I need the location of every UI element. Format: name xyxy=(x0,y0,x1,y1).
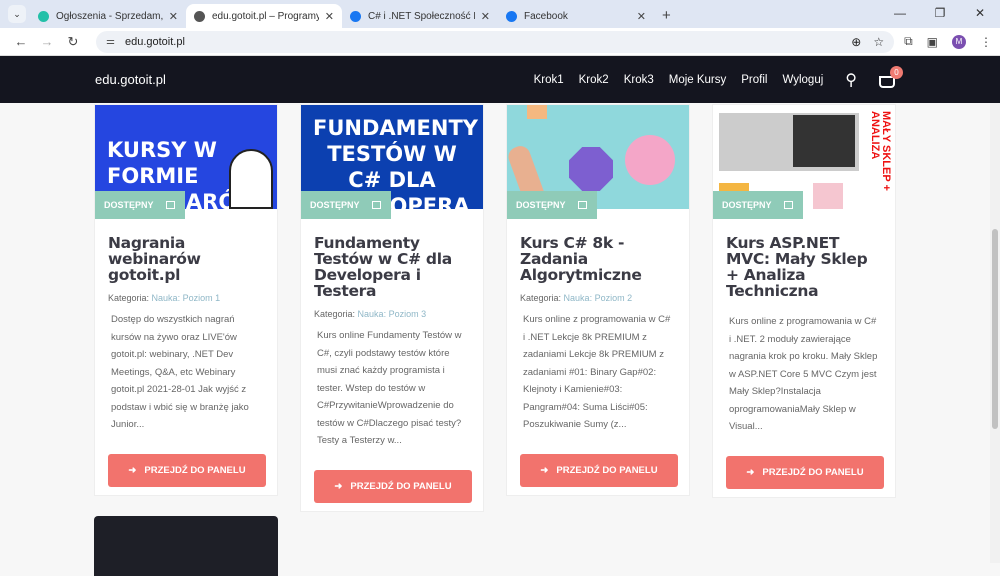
search-icon[interactable]: ⚲ xyxy=(845,70,857,90)
category: Kategoria: Nauka: Poziom 2 xyxy=(520,293,633,303)
category-link[interactable]: Nauka: Poziom 3 xyxy=(358,309,427,319)
favicon-icon xyxy=(38,10,49,22)
go-to-panel-button[interactable]: ➜ PRZEJDŹ DO PANELU xyxy=(314,469,472,503)
nav-profil[interactable]: Profil xyxy=(741,74,767,86)
course-title[interactable]: Fundamenty Testów w C# dla Developera i … xyxy=(314,235,470,299)
cart-icon[interactable]: 0 xyxy=(879,65,903,88)
course-card-partial[interactable] xyxy=(94,516,278,576)
arrow-right-icon: ➜ xyxy=(334,480,343,492)
address-bar[interactable]: ⚌ edu.gotoit.pl ⊕ ☆ xyxy=(96,30,895,53)
favicon-icon xyxy=(506,10,517,22)
course-description: Kurs online Fundamenty Testów w C#, czyl… xyxy=(317,330,462,446)
tab-title: Facebook xyxy=(524,10,568,22)
arrow-right-icon: ➜ xyxy=(746,466,755,478)
course-card: FUNDAMENTY TESTÓW W C# DLA DEVELOPERA DO… xyxy=(300,104,484,512)
course-card: KURSY W FORMIE WEBINARÓW DOSTĘPNY Nagran… xyxy=(94,104,278,496)
scrollbar-thumb[interactable] xyxy=(992,229,998,429)
category: Kategoria: Nauka: Poziom 3 xyxy=(314,309,427,319)
unlock-icon xyxy=(577,201,587,209)
scrollbar[interactable] xyxy=(990,103,1000,563)
main-nav: Krok1 Krok2 Krok3 Moje Kursy Profil Wylo… xyxy=(534,74,824,86)
url-text: edu.gotoit.pl xyxy=(124,35,185,48)
category: Kategoria: Nauka: Poziom 1 xyxy=(108,293,221,303)
tab-search-button[interactable]: ⌄ xyxy=(8,5,26,23)
site-info-icon[interactable]: ⚌ xyxy=(106,36,115,47)
unlock-icon xyxy=(783,201,793,209)
site-logo[interactable]: edu.gotoit.pl xyxy=(95,72,534,87)
course-title[interactable]: Kurs C# 8k - Zadania Algorytmiczne xyxy=(520,235,676,283)
menu-icon[interactable]: ⋮ xyxy=(980,35,992,49)
close-window-button[interactable]: ✕ xyxy=(960,0,1000,26)
minimize-button[interactable]: — xyxy=(880,0,920,26)
unlock-icon xyxy=(371,201,381,209)
profile-avatar[interactable]: M xyxy=(952,34,966,49)
nav-krok1[interactable]: Krok1 xyxy=(534,74,564,86)
status-badge: DOSTĘPNY xyxy=(713,191,803,219)
site-header: edu.gotoit.pl Krok1 Krok2 Krok3 Moje Kur… xyxy=(0,56,1000,103)
back-icon[interactable]: ← xyxy=(8,34,34,49)
tab-strip: ⌄ Ogłoszenia - Sprzedam, kupię✕edu.gotoi… xyxy=(0,0,1000,28)
browser-toolbar: ← → ↻ ⚌ edu.gotoit.pl ⊕ ☆ ⧉ ▣ M ⋮ xyxy=(0,28,1000,56)
go-to-panel-button[interactable]: ➜ PRZEJDŹ DO PANELU xyxy=(520,453,678,487)
course-description: Kurs online z programowania w C# i .NET.… xyxy=(729,316,878,432)
extensions-icon[interactable]: ⧉ xyxy=(904,34,913,49)
nav-wyloguj[interactable]: Wyloguj xyxy=(782,74,823,86)
go-to-panel-button[interactable]: ➜ PRZEJDŹ DO PANELU xyxy=(726,455,884,489)
course-title[interactable]: Nagrania webinarów gotoit.pl xyxy=(108,235,264,283)
arrow-right-icon: ➜ xyxy=(540,464,549,476)
forward-icon[interactable]: → xyxy=(34,34,60,49)
arrow-right-icon: ➜ xyxy=(128,464,137,476)
course-description: Dostęp do wszystkich nagrań kursów na ży… xyxy=(111,314,249,430)
status-badge: DOSTĘPNY xyxy=(301,191,391,219)
category-link[interactable]: Nauka: Poziom 2 xyxy=(564,293,633,303)
cart-count: 0 xyxy=(890,65,903,79)
browser-tab[interactable]: C# i .NET Społeczność Początk ✕ xyxy=(342,4,498,28)
browser-tab[interactable]: Ogłoszenia - Sprzedam, kupię ✕ xyxy=(30,4,186,28)
status-badge: DOSTĘPNY xyxy=(95,191,185,219)
nav-krok3[interactable]: Krok3 xyxy=(624,74,654,86)
course-card: MAŁY SKLEP + ANALIZA DOSTĘPNY Kurs ASP.N… xyxy=(712,104,896,498)
favicon-icon xyxy=(350,10,361,22)
close-tab-icon[interactable]: ✕ xyxy=(169,10,178,23)
bookmark-star-icon[interactable]: ☆ xyxy=(873,35,884,49)
close-tab-icon[interactable]: ✕ xyxy=(481,10,490,23)
course-card: DOSTĘPNY Kurs C# 8k - Zadania Algorytmic… xyxy=(506,104,690,496)
favicon-icon xyxy=(194,10,205,22)
tab-title: edu.gotoit.pl – Programy Eduk xyxy=(212,10,319,22)
maximize-button[interactable]: ❐ xyxy=(920,0,960,26)
browser-tab[interactable]: Facebook ✕ xyxy=(498,4,654,28)
browser-tab[interactable]: edu.gotoit.pl – Programy Eduk ✕ xyxy=(186,4,342,28)
image-caption: MAŁY SKLEP + ANALIZA xyxy=(869,111,892,191)
tab-title: C# i .NET Społeczność Początk xyxy=(368,10,475,22)
close-tab-icon[interactable]: ✕ xyxy=(325,10,334,23)
unlock-icon xyxy=(165,201,175,209)
status-badge: DOSTĘPNY xyxy=(507,191,597,219)
tab-title: Ogłoszenia - Sprzedam, kupię xyxy=(56,10,163,22)
sidepanel-icon[interactable]: ▣ xyxy=(927,35,938,49)
go-to-panel-button[interactable]: ➜ PRZEJDŹ DO PANELU xyxy=(108,453,266,487)
close-tab-icon[interactable]: ✕ xyxy=(637,10,646,23)
category-link[interactable]: Nauka: Poziom 1 xyxy=(152,293,221,303)
nav-moje-kursy[interactable]: Moje Kursy xyxy=(669,74,727,86)
course-title[interactable]: Kurs ASP.NET MVC: Mały Sklep + Analiza T… xyxy=(726,235,882,299)
new-tab-button[interactable]: + xyxy=(662,4,671,28)
course-grid: KURSY W FORMIE WEBINARÓW DOSTĘPNY Nagran… xyxy=(0,104,1000,512)
nav-krok2[interactable]: Krok2 xyxy=(579,74,609,86)
reload-icon[interactable]: ↻ xyxy=(60,34,86,50)
zoom-icon[interactable]: ⊕ xyxy=(851,35,861,49)
course-description: Kurs online z programowania w C# i .NET … xyxy=(523,314,671,430)
